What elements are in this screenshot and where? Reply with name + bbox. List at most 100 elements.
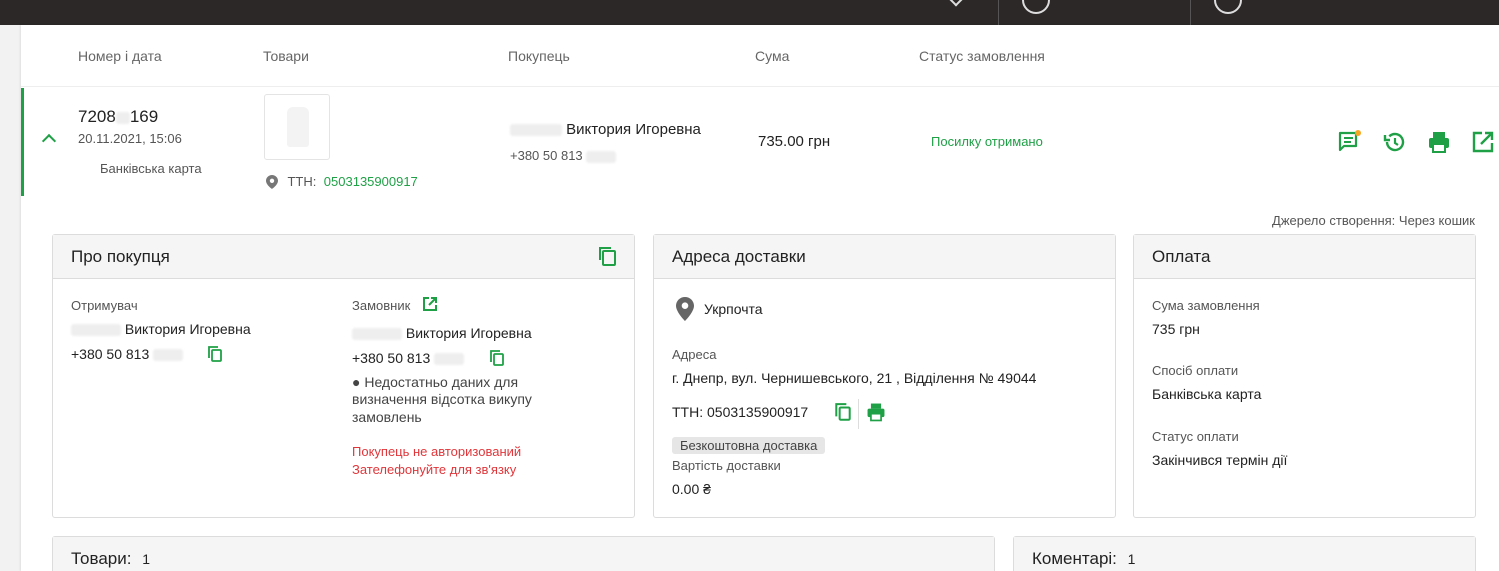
copy-icon[interactable] xyxy=(834,403,852,422)
ttn-link[interactable]: 0503135900917 xyxy=(324,174,418,189)
product-thumbnail[interactable] xyxy=(264,94,330,160)
col-goods: Товари xyxy=(263,48,309,64)
delivery-card-title: Адреса доставки xyxy=(672,247,806,266)
buyer-not-authorized: Покупець не авторизований xyxy=(352,444,522,459)
print-icon[interactable] xyxy=(1426,129,1452,155)
payment-card: Оплата Сума замовлення 735 грн Спосіб оп… xyxy=(1133,234,1476,518)
payment-status-label: Статус оплати xyxy=(1152,429,1239,444)
buyer-phone: +380 50 813 xyxy=(510,148,617,163)
delivery-card-header: Адреса доставки xyxy=(654,235,1115,279)
col-sum: Сума xyxy=(755,48,790,64)
copy-icon[interactable] xyxy=(207,346,223,363)
delivery-cost-label: Вартість доставки xyxy=(672,458,781,473)
buyer-card-title: Про покупця xyxy=(71,247,170,266)
recipient-label: Отримувач xyxy=(71,298,138,313)
recipient-phone-text: +380 50 813 xyxy=(71,346,150,362)
info-line-1: ● Недостатньо даних для xyxy=(352,374,519,390)
info-line-2: визначення відсотка викупу xyxy=(352,391,532,407)
recipient-phone: +380 50 813 xyxy=(71,346,184,362)
address-label: Адреса xyxy=(672,347,717,362)
customer-label: Замовник xyxy=(352,298,411,313)
order-number-end: 169 xyxy=(129,107,159,126)
copy-icon[interactable] xyxy=(596,245,618,267)
redacted xyxy=(115,111,130,124)
payment-card-title: Оплата xyxy=(1152,247,1211,266)
address-value: г. Днепр, вул. Чернишевського, 21 , Відд… xyxy=(672,370,1037,386)
customer-name: Виктория Игоревна xyxy=(352,325,532,341)
buyer-name[interactable]: Виктория Игоревна xyxy=(510,121,701,138)
order-sum-value: 735 грн xyxy=(1152,321,1200,337)
orders-table-header: Номер і дата Товари Покупець Сума Статус… xyxy=(21,25,1499,87)
buyer-card: Про покупця Отримувач Виктория Игоревна … xyxy=(52,234,635,518)
comments-count: 1 xyxy=(1127,551,1136,567)
buyer-name-text: Виктория Игоревна xyxy=(566,121,701,138)
col-number-date: Номер і дата xyxy=(78,48,162,64)
goods-card-header: Товари: 1 xyxy=(53,537,994,571)
carrier-name: Укрпочта xyxy=(704,301,763,317)
customer-phone: +380 50 813 xyxy=(352,350,465,366)
customer-phone-text: +380 50 813 xyxy=(352,350,431,366)
payment-card-header: Оплата xyxy=(1134,235,1475,279)
goods-card: Товари: 1 xyxy=(52,536,995,571)
order-number[interactable]: 7208 169 xyxy=(78,107,158,127)
orders-panel: Номер і дата Товари Покупець Сума Статус… xyxy=(21,25,1499,571)
payment-status-value: Закінчився термін дії xyxy=(1152,452,1288,468)
customer-label-row: Замовник xyxy=(352,298,410,313)
chevron-up-icon[interactable] xyxy=(41,133,57,149)
chevron-down-icon[interactable] xyxy=(947,0,965,7)
open-external-icon[interactable] xyxy=(1470,129,1496,155)
top-bar-divider xyxy=(1190,0,1191,25)
delivery-ttn-value: 0503135900917 xyxy=(707,404,809,420)
redacted xyxy=(586,150,617,163)
call-to-contact: Зателефонуйте для зв'язку xyxy=(352,462,517,477)
payment-method-label: Спосіб оплати xyxy=(1152,363,1239,378)
delivery-ttn: ТТН: 0503135900917 xyxy=(672,404,808,420)
info-line-3: замовлень xyxy=(352,409,422,425)
order-number-start: 7208 xyxy=(78,107,116,126)
redacted xyxy=(153,349,184,362)
top-bar xyxy=(0,0,1499,25)
payment-method-value: Банківська карта xyxy=(1152,386,1262,402)
delivery-cost: 0.00 ₴ xyxy=(672,481,711,497)
free-delivery-badge: Безкоштовна доставка xyxy=(672,437,826,454)
goods-title-text: Товари: xyxy=(71,549,132,568)
comments-card: Коментарі: 1 xyxy=(1013,536,1476,571)
buyer-phone-text: +380 50 813 xyxy=(510,148,583,163)
redacted xyxy=(434,353,465,366)
location-pin-icon xyxy=(676,297,694,321)
delivery-ttn-label: ТТН: xyxy=(672,404,704,420)
customer-name-text: Виктория Игоревна xyxy=(405,325,532,341)
copy-icon[interactable] xyxy=(489,350,505,367)
order-row[interactable]: 7208 169 20.11.2021, 15:06 Банківська кар… xyxy=(21,88,1499,196)
user-icon[interactable] xyxy=(1022,0,1050,14)
col-buyer: Покупець xyxy=(508,48,570,64)
print-icon[interactable] xyxy=(865,401,887,423)
top-bar-divider xyxy=(998,0,999,25)
recipient-name-text: Виктория Игоревна xyxy=(124,321,251,337)
comments-title-text: Коментарі: xyxy=(1032,549,1117,568)
chat-icon[interactable] xyxy=(1336,129,1362,155)
goods-card-title: Товари: 1 xyxy=(71,549,150,569)
buyer-card-header: Про покупця xyxy=(53,235,634,279)
redacted xyxy=(510,124,562,137)
divider xyxy=(858,399,859,429)
order-payment: Банківська карта xyxy=(100,161,202,176)
ttn-label: ТТН: xyxy=(287,174,317,189)
help-icon[interactable] xyxy=(1214,0,1242,14)
order-ttn: ТТН: 0503135900917 xyxy=(266,173,418,191)
recipient-name: Виктория Игоревна xyxy=(71,321,251,337)
order-datetime: 20.11.2021, 15:06 xyxy=(78,131,182,146)
redacted xyxy=(71,324,121,337)
location-pin-icon xyxy=(266,174,278,189)
order-sum: 735.00 грн xyxy=(758,133,831,150)
open-external-icon[interactable] xyxy=(422,296,438,312)
comments-card-title: Коментарі: 1 xyxy=(1032,549,1135,569)
comments-card-header: Коментарі: 1 xyxy=(1014,537,1475,571)
goods-count: 1 xyxy=(142,551,151,567)
product-image xyxy=(287,107,309,147)
delivery-card: Адреса доставки Укрпочта Адреса г. Днепр… xyxy=(653,234,1116,518)
order-sum-label: Сума замовлення xyxy=(1152,298,1260,313)
order-status: Посилку отримано xyxy=(931,134,1043,149)
history-icon[interactable] xyxy=(1382,129,1408,155)
order-source: Джерело створення: Через кошик xyxy=(1272,213,1475,228)
